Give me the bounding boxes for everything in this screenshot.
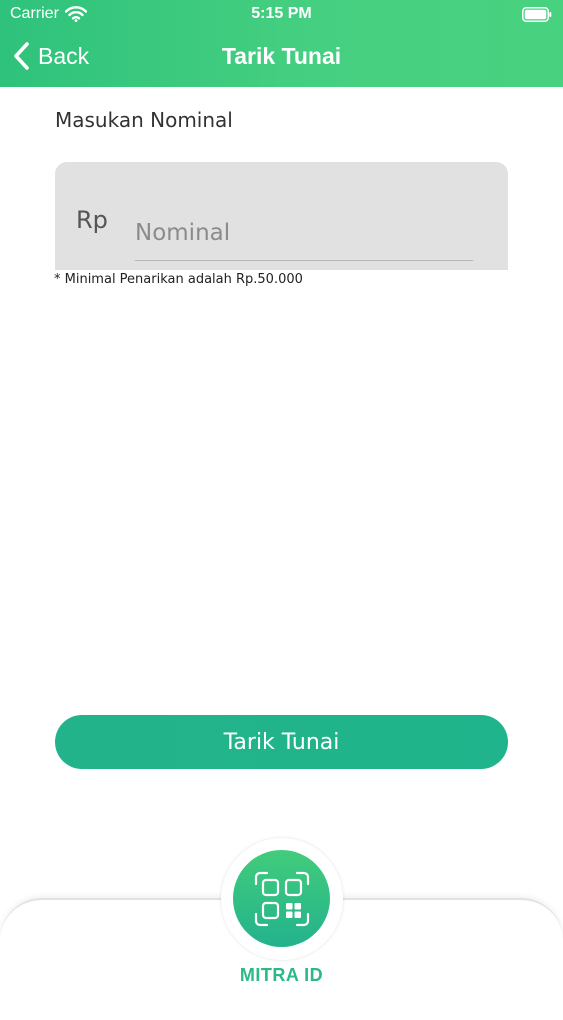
navigation-bar: Back Tarik Tunai [0, 30, 563, 87]
status-time: 5:15 PM [251, 5, 312, 22]
amount-input[interactable] [135, 206, 473, 261]
battery-icon [522, 7, 552, 22]
header: Carrier 5:15 PM Back Tarik Tunai [0, 0, 563, 87]
mitra-id-button[interactable] [233, 850, 330, 947]
status-bar: Carrier 5:15 PM [0, 0, 563, 30]
section-label: Masukan Nominal [55, 108, 233, 132]
mitra-id-label[interactable]: MITRA ID [0, 965, 563, 986]
amount-field-container: Rp [55, 162, 508, 270]
qr-code-icon [254, 871, 309, 926]
page-title: Tarik Tunai [221, 43, 342, 69]
withdraw-button[interactable]: Tarik Tunai [55, 715, 508, 769]
currency-prefix: Rp [76, 206, 108, 234]
minimum-withdrawal-note: * Minimal Penarikan adalah Rp.50.000 [54, 272, 303, 287]
